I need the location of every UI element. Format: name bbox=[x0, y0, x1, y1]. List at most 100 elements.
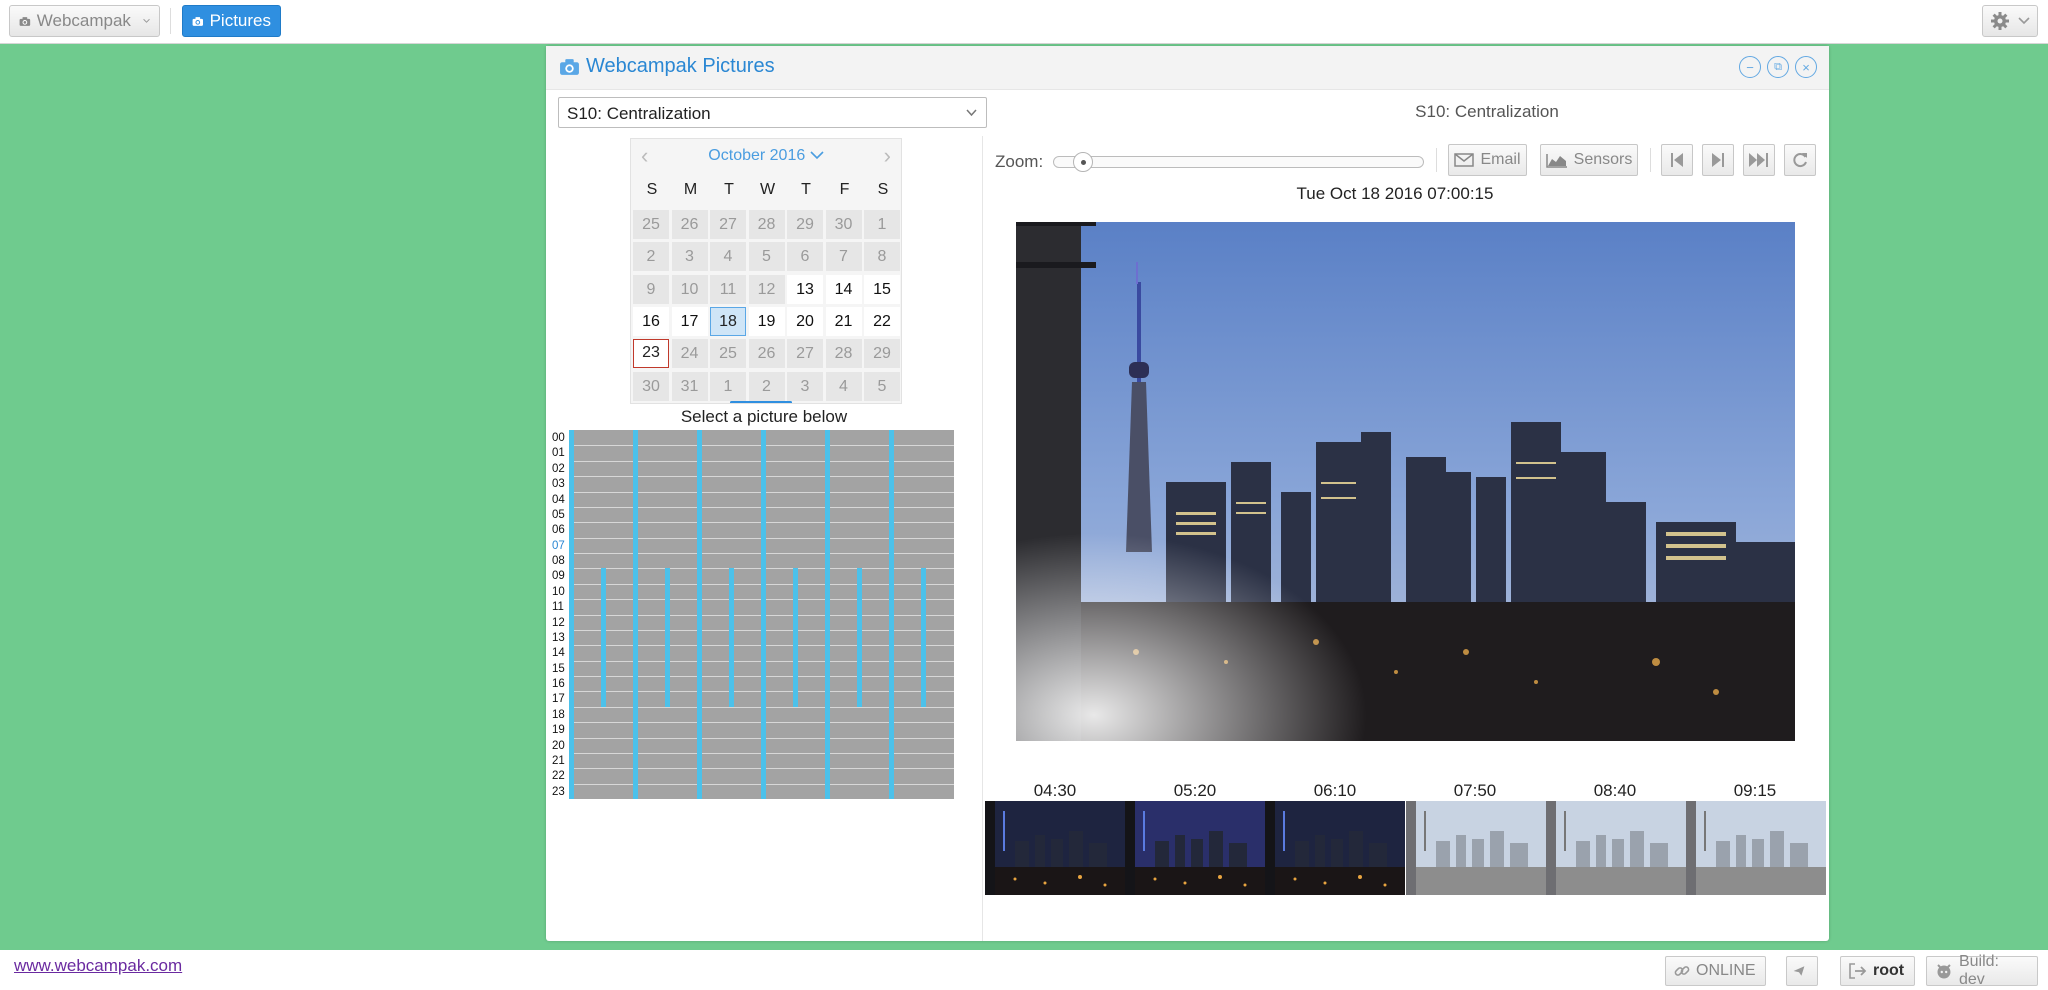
calendar-day[interactable]: 15 bbox=[864, 274, 900, 304]
window-header: Webcampak Pictures − ⧉ × bbox=[546, 46, 1829, 90]
calendar-day[interactable]: 16 bbox=[633, 306, 669, 336]
calendar-day[interactable]: 27 bbox=[710, 210, 746, 239]
calendar-day[interactable]: 5 bbox=[748, 242, 785, 272]
calendar-day[interactable]: 3 bbox=[787, 371, 823, 401]
calendar-day[interactable]: 28 bbox=[825, 339, 862, 369]
picture-marker[interactable] bbox=[729, 568, 734, 707]
hour-label: 22 bbox=[552, 770, 565, 783]
picture-thumbnail[interactable] bbox=[1545, 801, 1686, 895]
restore-button[interactable]: ⧉ bbox=[1767, 56, 1789, 78]
calendar-day[interactable]: 22 bbox=[864, 306, 900, 336]
select-picture-label: Select a picture below bbox=[680, 407, 848, 426]
calendar-day[interactable]: 21 bbox=[825, 306, 862, 336]
first-picture-button[interactable] bbox=[1661, 144, 1693, 176]
calendar-day[interactable]: 27 bbox=[787, 339, 823, 369]
pictures-button[interactable]: Pictures bbox=[182, 5, 281, 37]
app-menu-button[interactable]: Webcampak bbox=[9, 5, 160, 37]
picture-hour-grid[interactable] bbox=[569, 430, 954, 799]
online-status-button[interactable]: ONLINE bbox=[1665, 956, 1766, 986]
picture-marker[interactable] bbox=[665, 568, 670, 707]
close-button[interactable]: × bbox=[1795, 56, 1817, 78]
picture-thumbnail[interactable] bbox=[1125, 801, 1266, 895]
sensors-button[interactable]: Sensors bbox=[1540, 144, 1638, 176]
calendar-day[interactable]: 29 bbox=[787, 210, 823, 239]
hour-label: 04 bbox=[552, 493, 565, 506]
picture-marker[interactable] bbox=[601, 568, 606, 707]
calendar-month-picker[interactable]: October 2016 bbox=[631, 147, 901, 165]
gear-icon bbox=[1991, 12, 2009, 30]
calendar-day[interactable]: 4 bbox=[825, 371, 862, 401]
hour-label: 06 bbox=[552, 524, 565, 537]
chevron-down-icon bbox=[810, 151, 824, 160]
email-button[interactable]: Email bbox=[1448, 144, 1527, 176]
logout-icon bbox=[1849, 963, 1867, 979]
zoom-slider-handle[interactable] bbox=[1072, 152, 1093, 172]
calendar-day[interactable]: 13 bbox=[787, 274, 823, 304]
chevron-down-icon bbox=[966, 109, 977, 117]
picture-marker[interactable] bbox=[921, 568, 926, 707]
picture-marker[interactable] bbox=[857, 568, 862, 707]
calendar-day[interactable]: 6 bbox=[787, 242, 823, 272]
picture-marker[interactable] bbox=[889, 430, 894, 799]
picture-thumbnail[interactable] bbox=[1265, 801, 1406, 895]
settings-button[interactable] bbox=[1982, 5, 2038, 37]
calendar-day[interactable]: 17 bbox=[671, 306, 708, 336]
calendar-day[interactable]: 26 bbox=[748, 339, 785, 369]
source-select[interactable]: S10: Centralization bbox=[558, 97, 987, 128]
hour-label: 20 bbox=[552, 739, 565, 752]
calendar-day[interactable]: 5 bbox=[864, 371, 900, 401]
picture-thumbnail[interactable] bbox=[1405, 801, 1546, 895]
picture-marker[interactable] bbox=[825, 430, 830, 799]
fast-forward-icon bbox=[1749, 153, 1768, 167]
logout-user-button[interactable]: root bbox=[1840, 956, 1915, 986]
calendar-day[interactable]: 1 bbox=[710, 371, 746, 401]
calendar-day[interactable]: 30 bbox=[825, 210, 862, 239]
calendar-day[interactable]: 8 bbox=[864, 242, 900, 272]
picture-marker[interactable] bbox=[793, 568, 798, 707]
calendar-next-button[interactable]: › bbox=[884, 143, 891, 169]
calendar-day[interactable]: 31 bbox=[671, 371, 708, 401]
refresh-button[interactable] bbox=[1784, 144, 1816, 176]
calendar-day[interactable]: 7 bbox=[825, 242, 862, 272]
calendar-day[interactable]: 24 bbox=[671, 339, 708, 369]
hour-label: 19 bbox=[552, 724, 565, 737]
calendar-day[interactable]: 18 bbox=[710, 306, 746, 336]
calendar-day[interactable]: 12 bbox=[748, 274, 785, 304]
zoom-slider[interactable] bbox=[1053, 152, 1424, 172]
calendar-day[interactable]: 11 bbox=[710, 274, 746, 304]
last-picture-button[interactable] bbox=[1743, 144, 1775, 176]
calendar-day[interactable]: 1 bbox=[864, 210, 900, 239]
calendar-day[interactable]: 4 bbox=[710, 242, 746, 272]
calendar-day[interactable]: 9 bbox=[633, 274, 669, 304]
calendar-day[interactable]: 20 bbox=[787, 306, 823, 336]
picture-viewer[interactable] bbox=[1016, 222, 1795, 741]
calendar: ‹ October 2016 › S M T W T F S 25 26 27 28 29 30 1 2 3 4… bbox=[630, 138, 902, 404]
calendar-day[interactable]: 25 bbox=[633, 210, 669, 239]
build-label: Build: dev bbox=[1958, 953, 1999, 988]
calendar-day[interactable]: 25 bbox=[710, 339, 746, 369]
calendar-day[interactable]: 26 bbox=[671, 210, 708, 239]
picture-marker[interactable] bbox=[761, 430, 766, 799]
picture-thumbnail[interactable] bbox=[1685, 801, 1826, 895]
calendar-day[interactable]: 30 bbox=[633, 371, 669, 401]
build-info-button[interactable]: Build: dev bbox=[1926, 953, 2038, 988]
calendar-day[interactable]: 19 bbox=[748, 306, 785, 336]
picture-marker[interactable] bbox=[697, 430, 702, 799]
status-bar: www.webcampak.com ONLINE root Build: dev bbox=[0, 950, 2048, 990]
calendar-day[interactable]: 14 bbox=[825, 274, 862, 304]
calendar-day[interactable]: 10 bbox=[671, 274, 708, 304]
calendar-day[interactable]: 3 bbox=[671, 242, 708, 272]
calendar-day[interactable]: 2 bbox=[633, 242, 669, 272]
picture-marker[interactable] bbox=[569, 430, 574, 799]
picture-marker[interactable] bbox=[633, 430, 638, 799]
website-link[interactable]: www.webcampak.com bbox=[14, 956, 182, 976]
calendar-day[interactable]: 2 bbox=[748, 371, 785, 401]
calendar-day[interactable]: 28 bbox=[748, 210, 785, 239]
minimize-button[interactable]: − bbox=[1739, 56, 1761, 78]
send-button[interactable] bbox=[1786, 956, 1818, 986]
calendar-day[interactable]: 23 bbox=[633, 339, 669, 369]
calendar-day[interactable]: 29 bbox=[864, 339, 900, 369]
thumbnail-time: 06:10 bbox=[1313, 781, 1357, 800]
next-picture-button[interactable] bbox=[1702, 144, 1734, 176]
picture-thumbnail[interactable] bbox=[985, 801, 1125, 895]
